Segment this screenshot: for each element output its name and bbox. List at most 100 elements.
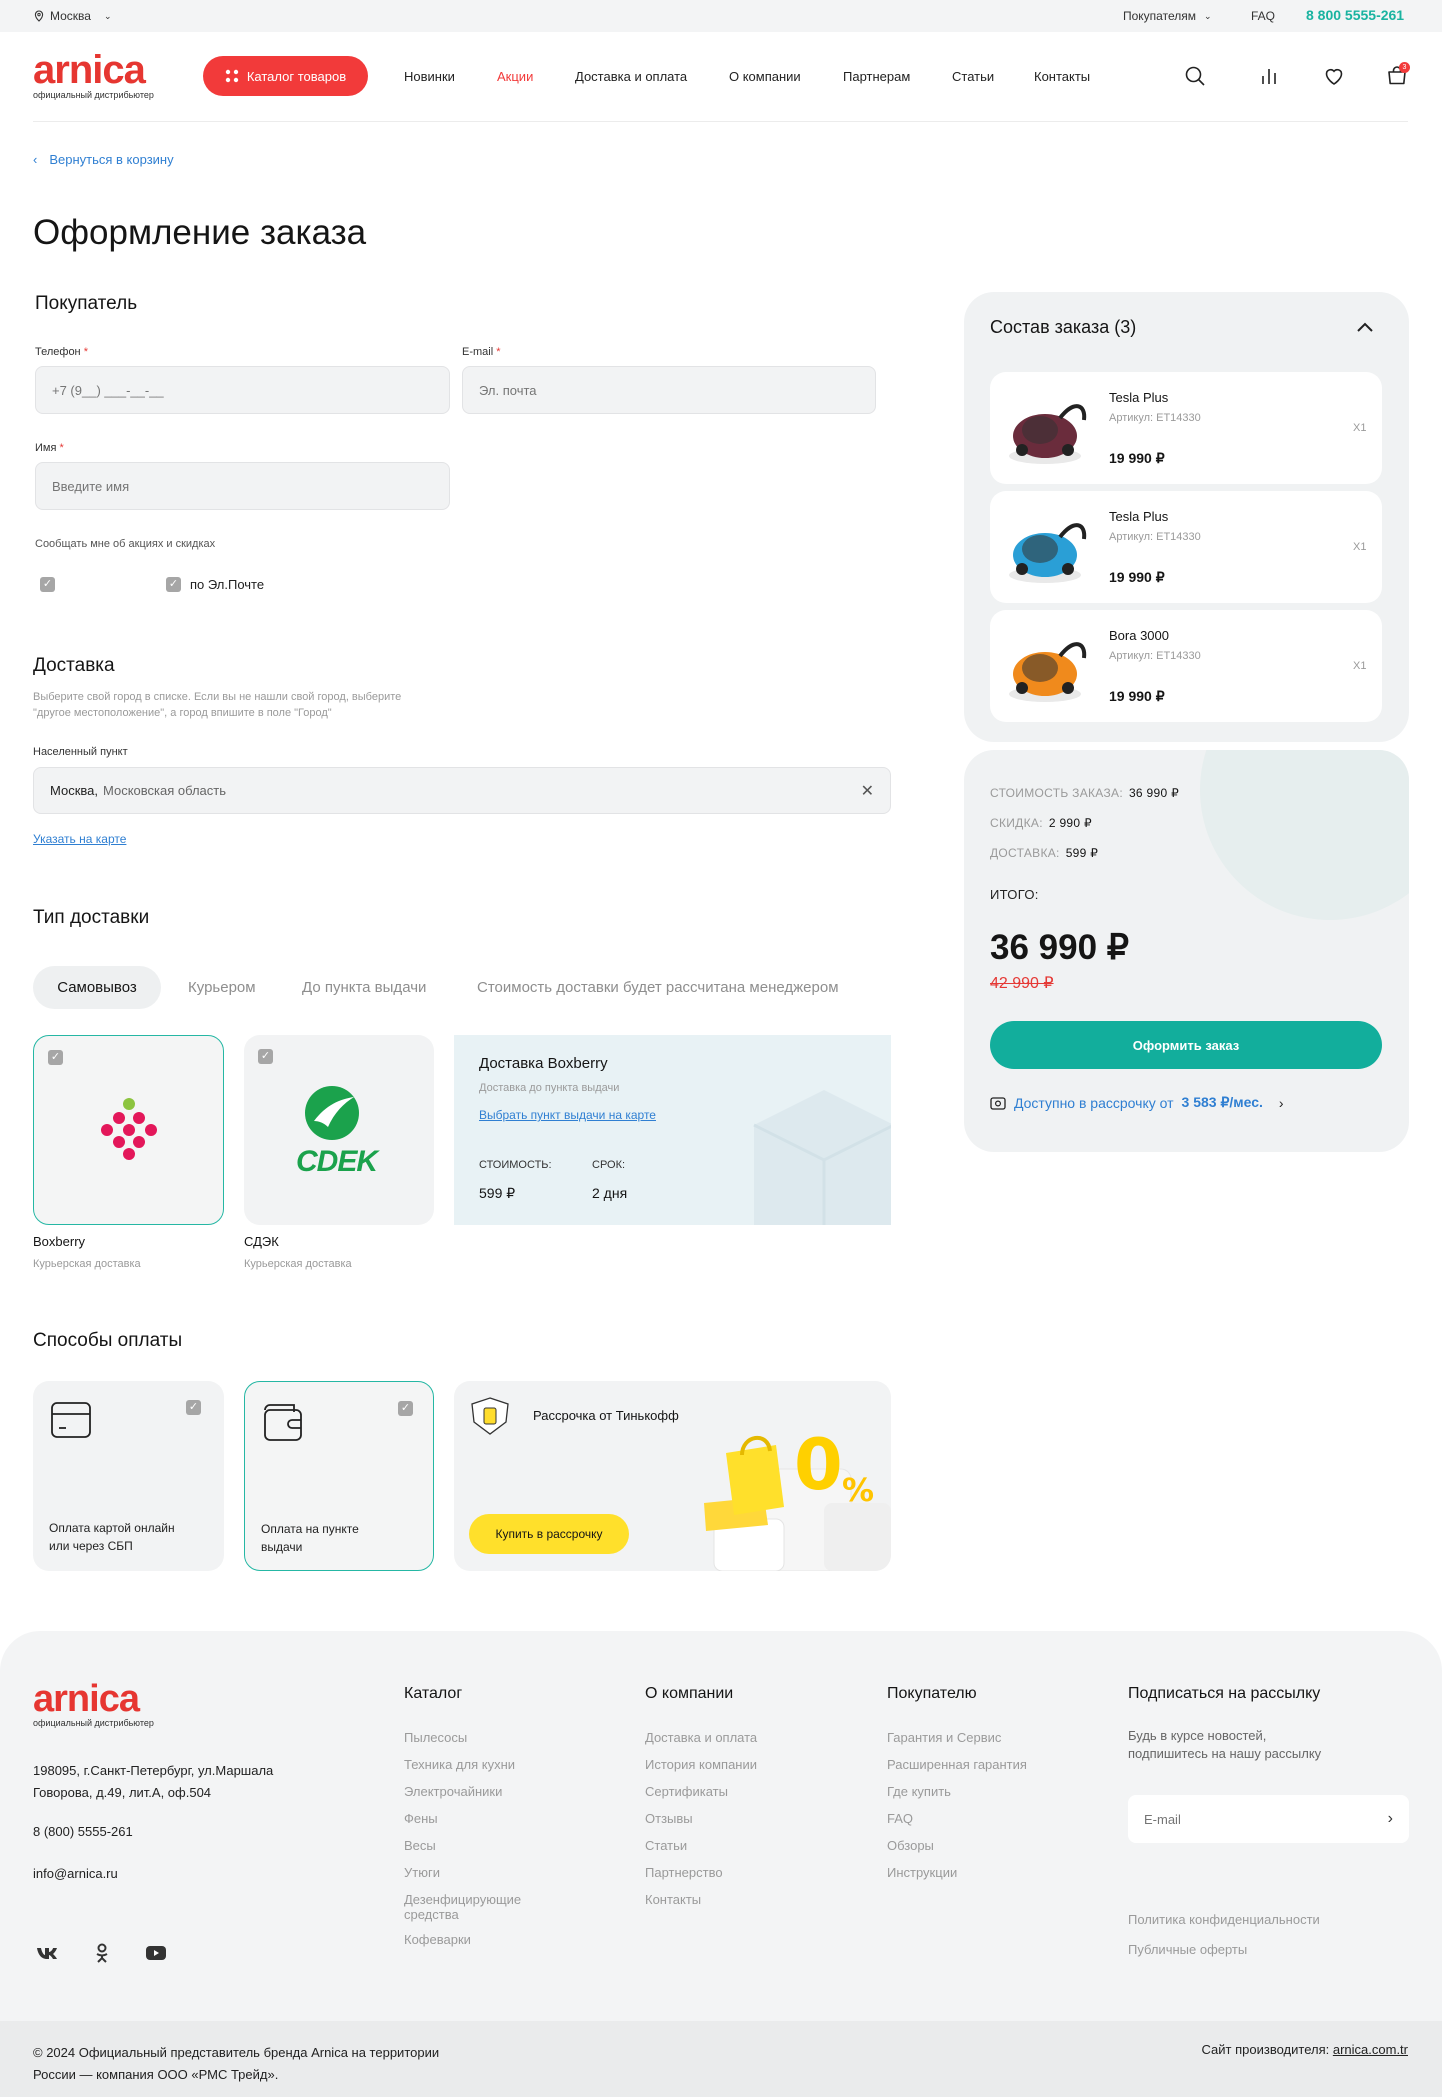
footer-link[interactable]: Дезенфицирующие средства bbox=[404, 1892, 554, 1922]
subscribe-email-input[interactable] bbox=[1144, 1811, 1388, 1827]
footer-link[interactable]: Обзоры bbox=[887, 1838, 1027, 1853]
footer-link[interactable]: Инструкции bbox=[887, 1865, 1027, 1880]
footer-link[interactable]: Партнерство bbox=[645, 1865, 757, 1880]
city-region: Московская область bbox=[103, 783, 227, 798]
boxberry-logo-icon bbox=[101, 1098, 157, 1160]
footer-email[interactable]: info@arnica.ru bbox=[33, 1866, 118, 1881]
name-input[interactable] bbox=[35, 462, 450, 510]
choose-pickup-point-link[interactable]: Выбрать пункт выдачи на карте bbox=[479, 1108, 656, 1122]
item-name: Bora 3000 bbox=[1109, 628, 1169, 643]
footer-link[interactable]: Электрочайники bbox=[404, 1784, 554, 1799]
installment-value: 3 583 ₽/мес. bbox=[1181, 1094, 1263, 1110]
nav-sales[interactable]: Акции bbox=[497, 69, 533, 84]
footer-link[interactable]: Кофеварки bbox=[404, 1932, 554, 1947]
offer-link[interactable]: Публичные оферты bbox=[1128, 1942, 1247, 1957]
footer-link[interactable]: Техника для кухни bbox=[404, 1757, 554, 1772]
privacy-link[interactable]: Политика конфиденциальности bbox=[1128, 1912, 1320, 1927]
catalog-button[interactable]: Каталог товаров bbox=[203, 56, 368, 96]
email-label-text: E-mail bbox=[462, 346, 494, 358]
collapse-toggle[interactable] bbox=[1356, 320, 1374, 338]
city-field[interactable]: Москва, Московская область ✕ bbox=[33, 767, 891, 814]
phone-label-text: Телефон bbox=[35, 346, 81, 358]
maker-link[interactable]: arnica.com.tr bbox=[1333, 2042, 1408, 2057]
cdek-sub: Курьерская доставка bbox=[244, 1258, 352, 1270]
place-order-button[interactable]: Оформить заказ bbox=[990, 1021, 1382, 1069]
logo[interactable]: arnica официальный дистрибьютер bbox=[33, 50, 154, 100]
back-to-cart-link[interactable]: ‹ Вернуться в корзину bbox=[33, 152, 174, 167]
footer-link[interactable]: Утюги bbox=[404, 1865, 554, 1880]
cart-button[interactable]: 3 bbox=[1385, 62, 1413, 90]
tinkoff-promo-card: Рассрочка от Тинькофф 0 % Купить в расср… bbox=[454, 1381, 891, 1571]
tab-pickup[interactable]: Самовывоз bbox=[33, 966, 161, 1009]
footer-link[interactable]: Отзывы bbox=[645, 1811, 757, 1826]
address-line: Говорова, д.49, лит.А, оф.504 bbox=[33, 1785, 212, 1800]
footer-link[interactable]: Гарантия и Сервис bbox=[887, 1730, 1027, 1745]
nav-contacts[interactable]: Контакты bbox=[1034, 69, 1090, 84]
buy-installment-button[interactable]: Купить в рассрочку bbox=[469, 1514, 629, 1554]
city-value: Москва, bbox=[50, 783, 98, 798]
summary-delivery-value: 599 ₽ bbox=[1065, 846, 1099, 860]
vk-icon[interactable] bbox=[36, 1946, 58, 1960]
payment-card-pickup[interactable]: ✓ Оплата на пункте выдачи bbox=[244, 1381, 434, 1571]
payment-card-online[interactable]: ✓ Оплата картой онлайн или через СБП bbox=[33, 1381, 224, 1571]
order-item[interactable]: Tesla Plus Артикул: ET14330 19 990 ₽ X1 bbox=[990, 372, 1382, 484]
cdek-checkbox[interactable]: ✓ bbox=[258, 1049, 273, 1064]
item-name: Tesla Plus bbox=[1109, 390, 1169, 405]
clear-icon[interactable]: ✕ bbox=[861, 781, 874, 801]
compare-icon[interactable] bbox=[1257, 64, 1281, 88]
chevron-down-icon: ⌄ bbox=[103, 10, 112, 21]
nav-about[interactable]: О компании bbox=[729, 69, 801, 84]
vacuum-cleaner-icon bbox=[1009, 523, 1087, 583]
footer-link[interactable]: Сертификаты bbox=[645, 1784, 757, 1799]
city-selector[interactable]: Москва ⌄ bbox=[33, 9, 112, 23]
tab-manager-calc[interactable]: Стоимость доставки будет рассчитана мене… bbox=[477, 979, 839, 996]
footer-link[interactable]: Пылесосы bbox=[404, 1730, 554, 1745]
footer-link[interactable]: Где купить bbox=[887, 1784, 1027, 1799]
footer-link[interactable]: FAQ bbox=[887, 1811, 1027, 1826]
youtube-icon[interactable] bbox=[146, 1946, 166, 1960]
footer-link[interactable]: Фены bbox=[404, 1811, 554, 1826]
phone-input[interactable] bbox=[35, 366, 450, 414]
footer-phone[interactable]: 8 (800) 5555-261 bbox=[33, 1824, 133, 1839]
payment-pickup-line: выдачи bbox=[261, 1540, 303, 1554]
boxberry-checkbox[interactable]: ✓ bbox=[48, 1050, 63, 1065]
email-input[interactable] bbox=[462, 366, 876, 414]
cdek-card[interactable]: ✓ CDEK bbox=[244, 1035, 434, 1225]
boxberry-card[interactable]: ✓ bbox=[33, 1035, 224, 1225]
footer-logo[interactable]: arnica официальный дистрибьютер bbox=[33, 1680, 154, 1728]
nav-partners[interactable]: Партнерам bbox=[843, 69, 910, 84]
notify-email-checkbox[interactable]: ✓ bbox=[166, 577, 181, 592]
item-article: Артикул: ET14330 bbox=[1109, 650, 1201, 662]
faq-link[interactable]: FAQ bbox=[1251, 9, 1275, 23]
name-label-text: Имя bbox=[35, 442, 57, 454]
submit-arrow-icon[interactable]: › bbox=[1388, 1810, 1393, 1828]
box-illustration-icon bbox=[753, 1090, 891, 1225]
nav-articles[interactable]: Статьи bbox=[952, 69, 994, 84]
heart-icon[interactable] bbox=[1322, 64, 1346, 88]
search-icon[interactable] bbox=[1183, 64, 1207, 88]
payment-online-checkbox[interactable]: ✓ bbox=[186, 1400, 201, 1415]
cost-value: 599 ₽ bbox=[479, 1185, 516, 1201]
nav-new[interactable]: Новинки bbox=[404, 69, 455, 84]
notify-email-option[interactable]: ✓ по Эл.Почте bbox=[166, 577, 264, 592]
footer-link[interactable]: Контакты bbox=[645, 1892, 757, 1907]
footer-link[interactable]: Статьи bbox=[645, 1838, 757, 1853]
tab-courier[interactable]: Курьером bbox=[188, 979, 256, 996]
order-item[interactable]: Tesla Plus Артикул: ET14330 19 990 ₽ X1 bbox=[990, 491, 1382, 603]
show-on-map-link[interactable]: Указать на карте bbox=[33, 832, 126, 846]
phone-link[interactable]: 8 800 5555-261 bbox=[1306, 7, 1404, 23]
footer-link[interactable]: Доставка и оплата bbox=[645, 1730, 757, 1745]
installment-link[interactable]: Доступно в рассрочку от 3 583 ₽/мес. › bbox=[990, 1094, 1284, 1111]
footer-link[interactable]: История компании bbox=[645, 1757, 757, 1772]
notify-checkbox[interactable]: ✓ bbox=[40, 577, 55, 592]
footer-link[interactable]: Весы bbox=[404, 1838, 554, 1853]
name-label: Имя * bbox=[35, 442, 64, 454]
buyers-menu[interactable]: Покупателям ⌄ bbox=[1123, 9, 1212, 23]
nav-delivery[interactable]: Доставка и оплата bbox=[575, 69, 687, 84]
footer-link[interactable]: Расширенная гарантия bbox=[887, 1757, 1027, 1772]
payment-pickup-checkbox[interactable]: ✓ bbox=[398, 1401, 413, 1416]
order-item[interactable]: Bora 3000 Артикул: ET14330 19 990 ₽ X1 bbox=[990, 610, 1382, 722]
tab-pickup-point[interactable]: До пункта выдачи bbox=[302, 979, 426, 996]
delivery-heading: Доставка bbox=[33, 655, 115, 676]
odnoklassniki-icon[interactable] bbox=[95, 1943, 109, 1963]
